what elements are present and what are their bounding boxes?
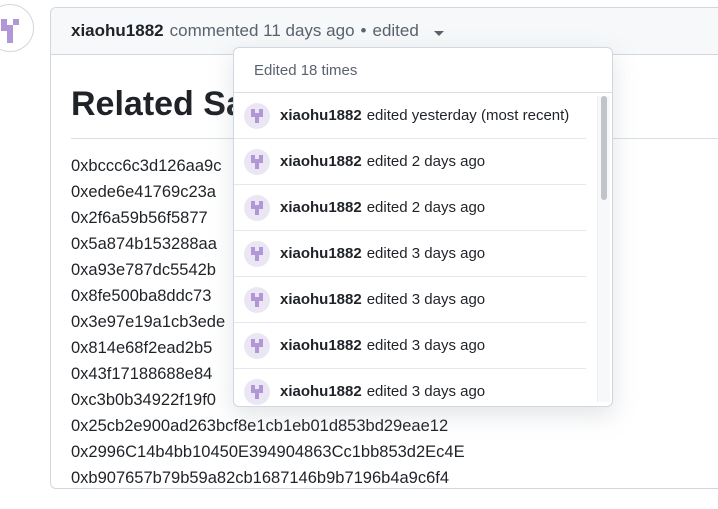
editor-name: xiaohu1882 — [280, 337, 362, 354]
editor-name: xiaohu1882 — [280, 383, 362, 400]
edited-label: edited — [372, 21, 419, 40]
identicon-avatar-icon — [244, 240, 270, 267]
edited-history-toggle[interactable]: edited — [372, 21, 444, 41]
edit-history-item[interactable]: xiaohu1882 edited 3 days ago — [234, 277, 586, 323]
identicon-avatar-icon — [244, 332, 270, 359]
editor-name: xiaohu1882 — [280, 199, 362, 216]
edit-history-item[interactable]: xiaohu1882 edited 2 days ago — [234, 139, 586, 185]
edit-time-text: edited 3 days ago — [366, 383, 486, 400]
edit-history-list: xiaohu1882 edited yesterday (most recent)… — [234, 93, 612, 406]
edit-history-item[interactable]: xiaohu1882 edited 3 days ago — [234, 369, 586, 406]
edit-history-item[interactable]: xiaohu1882 edited 3 days ago — [234, 231, 586, 277]
edit-time-text: edited 3 days ago — [366, 337, 486, 354]
edit-time-text: edited 2 days ago — [366, 153, 486, 170]
edit-history-item[interactable]: xiaohu1882 edited 3 days ago — [234, 323, 586, 369]
comment-author-link[interactable]: xiaohu1882 — [71, 21, 164, 41]
editor-name: xiaohu1882 — [280, 107, 362, 124]
edit-time-text: edited 3 days ago — [366, 291, 486, 308]
editor-name: xiaohu1882 — [280, 245, 362, 262]
comment-action-text[interactable]: commented 11 days ago — [170, 21, 355, 41]
identicon-avatar-icon — [244, 148, 270, 175]
editor-name: xiaohu1882 — [280, 291, 362, 308]
edit-time-text: edited 3 days ago — [366, 245, 486, 262]
identicon-avatar-icon — [1, 19, 19, 43]
address-line: 0xb907657b79b59a82cb1687146b9b7196b4a9c6… — [71, 469, 450, 487]
identicon-avatar-icon — [244, 378, 270, 405]
identicon-avatar-icon — [244, 102, 270, 129]
commenter-avatar[interactable] — [0, 4, 34, 52]
address-line: 0x2996C14b4bb10450E394904863Cc1bb853d2Ec… — [71, 443, 465, 461]
scrollbar-thumb[interactable] — [601, 96, 607, 200]
edit-time-text: edited 2 days ago — [366, 199, 486, 216]
edit-time-text: edited yesterday (most recent) — [366, 107, 570, 124]
caret-down-icon — [433, 31, 444, 36]
separator-dot: • — [360, 21, 367, 40]
edit-history-dropdown: Edited 18 times xiaohu1882 edited yesterd… — [233, 47, 613, 407]
identicon-avatar-icon — [244, 194, 270, 221]
editor-name: xiaohu1882 — [280, 153, 362, 170]
edit-history-item[interactable]: xiaohu1882 edited 2 days ago — [234, 185, 586, 231]
identicon-avatar-icon — [244, 286, 270, 313]
dropdown-header: Edited 18 times — [234, 48, 612, 93]
dropdown-scrollbar[interactable] — [597, 96, 610, 402]
edit-history-item[interactable]: xiaohu1882 edited yesterday (most recent) — [234, 93, 586, 139]
address-line: 0x25cb2e900ad263bcf8e1cb1eb01d853bd29eae… — [71, 417, 449, 435]
